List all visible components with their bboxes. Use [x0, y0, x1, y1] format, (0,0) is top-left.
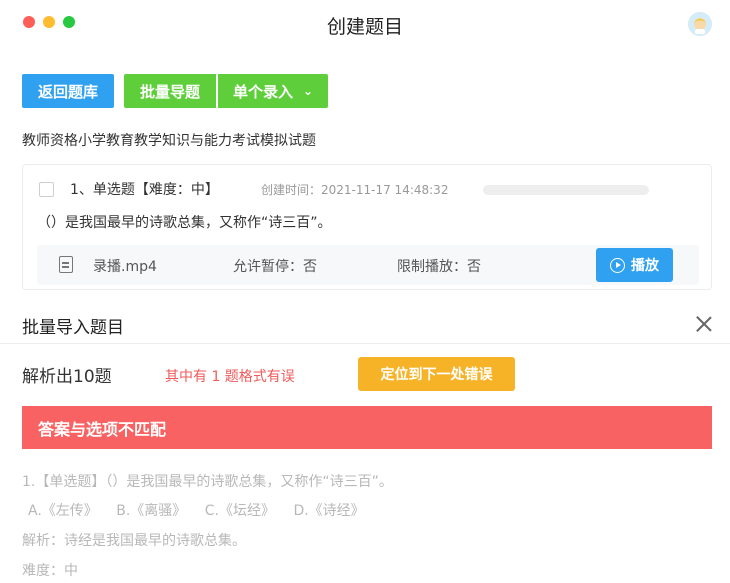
play-button[interactable]: 播放	[596, 248, 673, 282]
media-limit-play: 限制播放：否	[397, 259, 481, 275]
window-title: 创建题目	[326, 16, 403, 38]
error-banner: 答案与选项不匹配	[22, 406, 712, 449]
question-created-time: 创建时间：2021-11-17 14:48:32	[261, 183, 449, 197]
play-icon	[610, 257, 625, 273]
preview-analysis: 解析：诗经是我国最早的诗歌总集。	[22, 533, 246, 549]
back-to-bank-button[interactable]: 返回题库	[22, 74, 114, 108]
question-card: 1、单选题【难度：中】 创建时间：2021-11-17 14:48:32 （）是…	[22, 164, 712, 290]
preview-option-a: A.《左传》	[28, 503, 98, 519]
question-heading: 1、单选题【难度：中】	[70, 182, 219, 198]
preview-option-d: D.《诗经》	[293, 503, 365, 519]
preview-option-c: C.《坛经》	[204, 503, 275, 519]
close-icon[interactable]	[696, 316, 712, 332]
preview-difficulty: 难度：中	[22, 563, 78, 579]
title-bar: 创建题目	[0, 0, 730, 48]
question-checkbox[interactable]	[39, 182, 54, 197]
media-file-name: 录播.mp4	[93, 259, 157, 275]
parsed-count: 解析出10题	[22, 367, 112, 387]
media-row: 录播.mp4 允许暂停：否 限制播放：否 播放	[37, 245, 699, 285]
batch-import-button[interactable]: 批量导题	[124, 74, 216, 108]
preview-options: A.《左传》 B.《离骚》 C.《坛经》 D.《诗经》	[28, 500, 379, 520]
preview-option-b: B.《离骚》	[116, 503, 187, 519]
exam-title: 教师资格小学教育教学知识与能力考试模拟试题	[22, 133, 316, 149]
play-label: 播放	[631, 258, 659, 274]
locate-next-error-button[interactable]: 定位到下一处错误	[358, 357, 515, 391]
avatar-icon	[688, 12, 712, 36]
single-entry-dropdown[interactable]: 单个录入 ⌄	[218, 74, 328, 108]
divider	[0, 343, 730, 344]
single-entry-label: 单个录入	[232, 82, 293, 101]
preview-question: 1.【单选题】（）是我国最早的诗歌总集，又称作“诗三百”。	[22, 474, 393, 490]
batch-import-title: 批量导入题目	[22, 318, 124, 338]
media-allow-pause: 允许暂停：否	[233, 259, 317, 275]
question-text: （）是我国最早的诗歌总集，又称作“诗三百”。	[37, 215, 332, 231]
chevron-down-icon: ⌄	[302, 84, 314, 98]
avatar[interactable]	[688, 12, 712, 36]
placeholder-bar	[483, 185, 649, 195]
file-icon	[59, 256, 73, 273]
format-error-note: 其中有 1 题格式有误	[165, 369, 295, 385]
